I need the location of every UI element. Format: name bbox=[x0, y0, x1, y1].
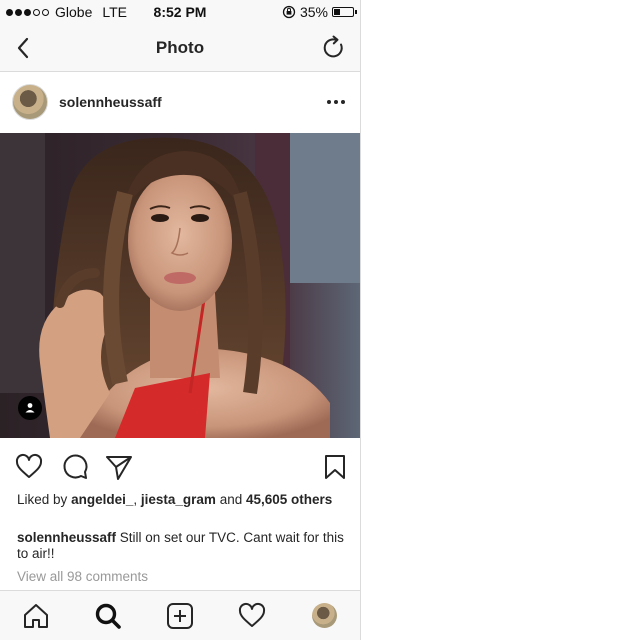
likes-prefix: Liked by bbox=[17, 492, 68, 507]
nav-header: Photo bbox=[0, 24, 360, 72]
orientation-lock-icon bbox=[282, 5, 296, 19]
battery-icon bbox=[332, 7, 357, 17]
tab-bar bbox=[0, 590, 360, 640]
more-horizontal-icon[interactable] bbox=[326, 92, 346, 112]
likes-count[interactable]: 45,605 bbox=[246, 492, 287, 507]
liker-link[interactable]: jiesta_gram bbox=[141, 492, 216, 507]
bookmark-icon[interactable] bbox=[320, 452, 350, 482]
likes-others[interactable]: others bbox=[291, 492, 332, 507]
refresh-icon[interactable] bbox=[320, 34, 348, 62]
add-icon[interactable] bbox=[165, 601, 195, 631]
user-tag-icon[interactable] bbox=[18, 396, 42, 420]
post-header: solennheussaff bbox=[0, 72, 360, 133]
status-right: 35% bbox=[282, 4, 357, 20]
home-icon[interactable] bbox=[21, 601, 51, 631]
profile-avatar[interactable] bbox=[312, 603, 337, 628]
likes-summary: Liked by angeldei_, jiesta_gram and 45,6… bbox=[17, 492, 347, 508]
likes-separator: , bbox=[133, 492, 138, 507]
heart-icon[interactable] bbox=[14, 452, 44, 482]
page-title: Photo bbox=[155, 38, 205, 57]
liker-link[interactable]: angeldei_ bbox=[71, 492, 133, 507]
post-username[interactable]: solennheussaff bbox=[59, 94, 162, 110]
search-icon[interactable] bbox=[93, 601, 123, 631]
portrait-photo bbox=[0, 133, 360, 438]
phone-screen: Globe LTE 8:52 PM 35% Photo solennheussa… bbox=[0, 0, 361, 640]
battery-percent: 35% bbox=[299, 4, 328, 20]
post-caption: solennheussaff Still on set our TVC. Can… bbox=[17, 530, 347, 562]
activity-heart-icon[interactable] bbox=[237, 601, 267, 631]
action-row bbox=[0, 438, 360, 494]
likes-and: and bbox=[219, 492, 243, 507]
send-icon[interactable] bbox=[104, 452, 134, 482]
caption-username[interactable]: solennheussaff bbox=[17, 530, 116, 545]
comment-icon[interactable] bbox=[60, 452, 90, 482]
view-comments-link[interactable]: View all 98 comments bbox=[17, 569, 148, 584]
avatar[interactable] bbox=[12, 84, 48, 120]
status-bar: Globe LTE 8:52 PM 35% bbox=[0, 0, 360, 24]
post-photo[interactable] bbox=[0, 133, 360, 438]
